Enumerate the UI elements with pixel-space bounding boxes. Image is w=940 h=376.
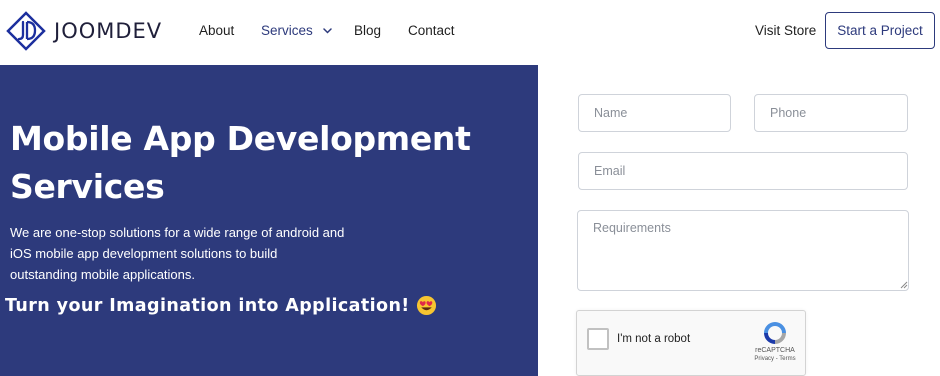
- recaptcha-widget: I'm not a robot reCAPTCHA Privacy - Term…: [576, 310, 806, 376]
- nav-about[interactable]: About: [199, 23, 234, 38]
- logo[interactable]: JOOMDEV: [6, 11, 162, 51]
- chevron-down-icon: [322, 28, 332, 34]
- hero-tagline: Turn your Imagination into Application!: [5, 295, 437, 316]
- heart-eyes-emoji-icon: [416, 295, 436, 316]
- start-project-button[interactable]: Start a Project: [825, 12, 935, 49]
- hero-title: Mobile App Development Services: [10, 119, 471, 206]
- recaptcha-links[interactable]: Privacy - Terms: [745, 356, 805, 362]
- visit-store-link[interactable]: Visit Store: [755, 23, 816, 38]
- recaptcha-label: I'm not a robot: [617, 333, 691, 345]
- nav-services-label: Services: [261, 23, 313, 38]
- recaptcha-checkbox[interactable]: [587, 328, 609, 350]
- nav-blog[interactable]: Blog: [354, 23, 381, 38]
- name-input[interactable]: [578, 94, 731, 132]
- resize-grip-icon[interactable]: [900, 281, 908, 289]
- phone-input[interactable]: [754, 94, 908, 132]
- nav-services[interactable]: Services: [261, 23, 332, 38]
- jd-logo-icon: [6, 11, 46, 51]
- site-header: JOOMDEV About Services Blog Contact Visi…: [0, 0, 940, 65]
- nav-contact[interactable]: Contact: [408, 23, 455, 38]
- logo-text: JOOMDEV: [54, 19, 163, 43]
- tagline-text: Turn your Imagination into Application!: [5, 295, 410, 316]
- hero-description: We are one-stop solutions for a wide ran…: [10, 225, 345, 282]
- requirements-textarea[interactable]: [577, 210, 909, 291]
- hero-section: Mobile App Development Services We are o…: [0, 65, 538, 376]
- recaptcha-brand: reCAPTCHA: [755, 347, 795, 354]
- recaptcha-logo-icon: [764, 322, 786, 344]
- email-input[interactable]: [578, 152, 908, 190]
